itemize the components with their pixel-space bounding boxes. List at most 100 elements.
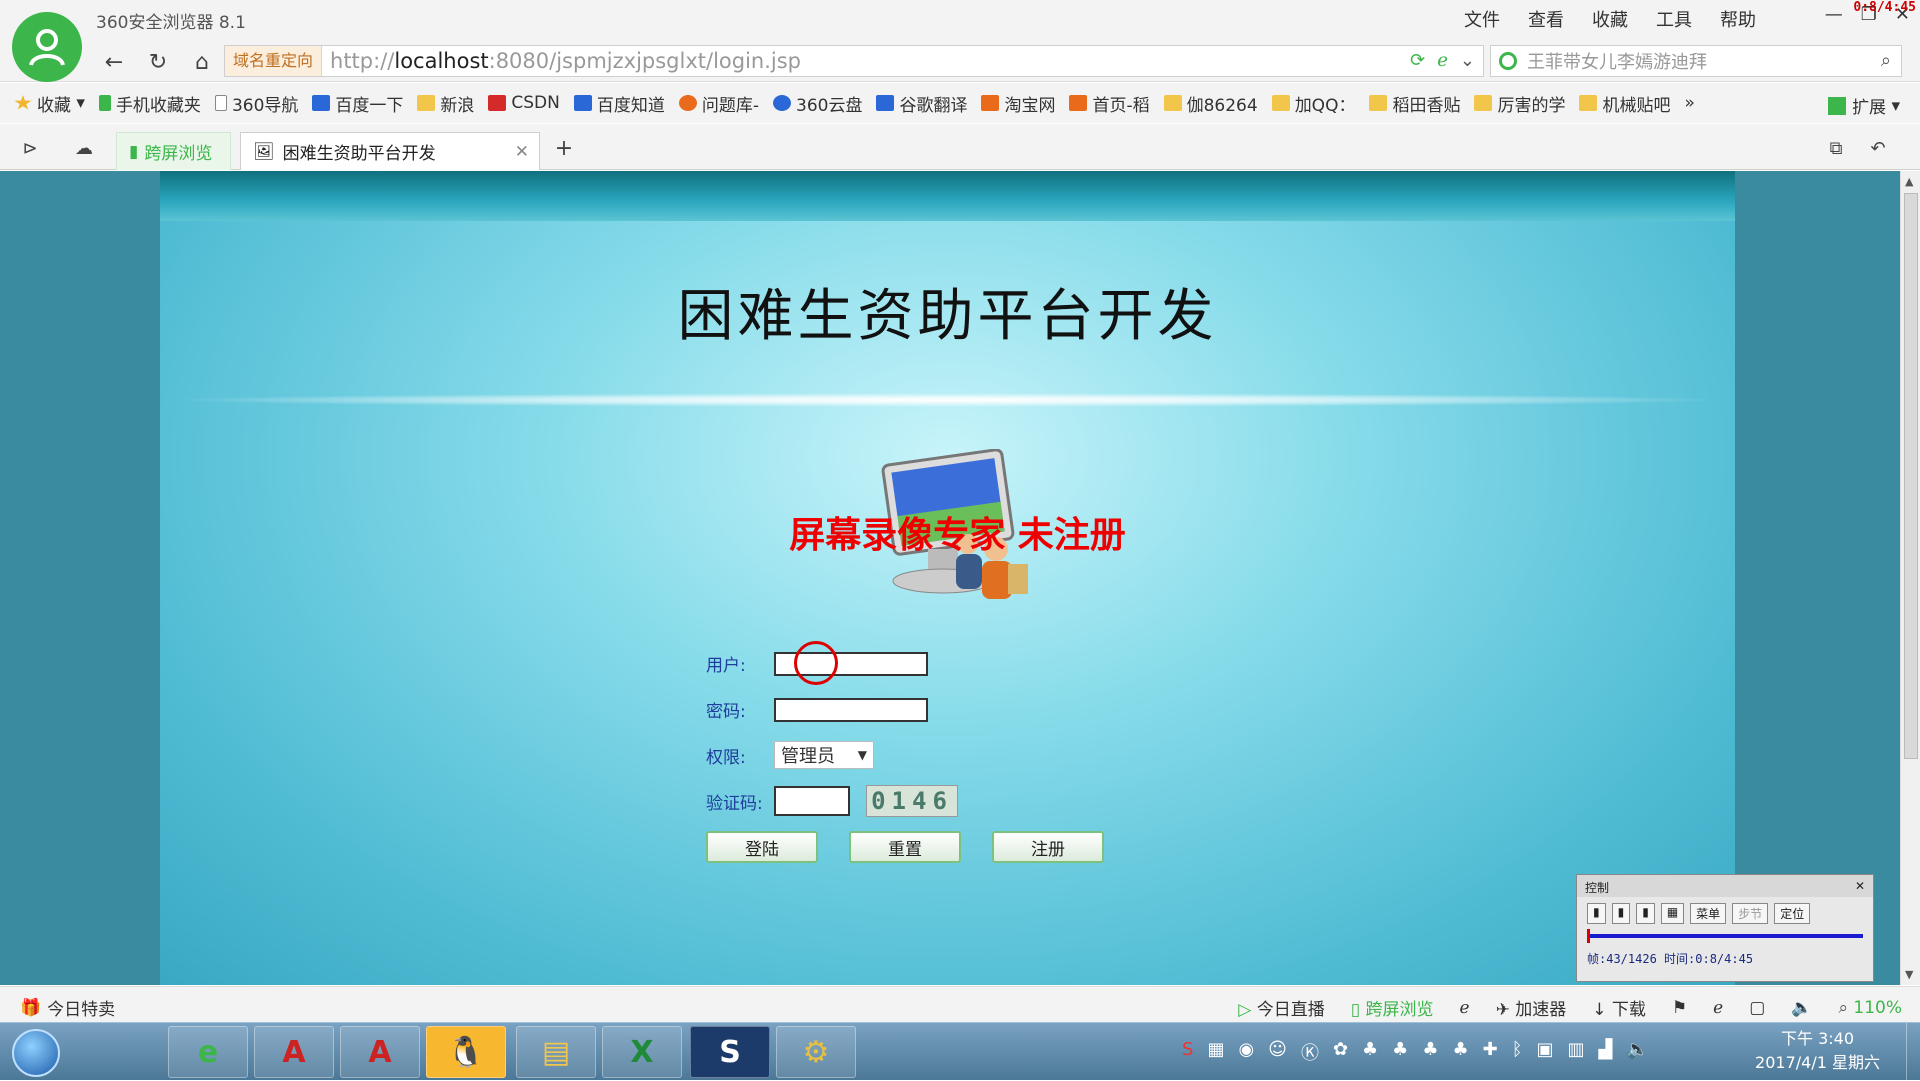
recorder-locate-button[interactable]: 定位 [1774,903,1811,924]
captcha-image[interactable]: 0146 [866,785,958,817]
more-bookmarks-icon[interactable]: » [1684,93,1694,113]
home-icon[interactable]: ⌂ [188,48,216,76]
cloud-icon[interactable]: ☁ [70,134,98,162]
search-box[interactable]: 王菲带女儿李嫣游迪拜 ⌕ [1490,45,1902,77]
taskbar-excel-icon[interactable]: X [602,1026,682,1078]
tab-split-browse[interactable]: ▮ 跨屏浏览 [116,132,231,170]
status-split-browse[interactable]: ▯ 跨屏浏览 [1351,995,1434,1020]
tray-qq2-icon[interactable]: ♣ [1392,1039,1408,1065]
menu-favorites[interactable]: 收藏 [1578,6,1642,32]
taskbar-tools-icon[interactable]: ⚙ [776,1026,856,1078]
scroll-thumb[interactable] [1904,193,1918,759]
bookmark-item[interactable]: 百度知道 [573,91,665,116]
ie-mode-icon[interactable]: ℯ [1713,998,1723,1018]
url-text[interactable]: http://localhost:8080/jspmjzxjpsglxt/log… [322,49,801,73]
password-input[interactable] [774,697,928,722]
pause-icon[interactable]: ▮ [1611,903,1631,924]
recorder-progress[interactable] [1587,929,1863,943]
status-accelerator[interactable]: ✈ 加速器 [1496,995,1567,1020]
ie-icon[interactable]: ℯ [1460,998,1470,1018]
role-select[interactable]: 管理员 ▼ [774,741,874,769]
volume-icon[interactable]: 🔈 [1791,998,1812,1018]
sidebar-toggle-icon[interactable]: ⊳ [16,134,44,162]
menu-tools[interactable]: 工具 [1642,6,1706,32]
tray-network-icon[interactable]: ▣ [1537,1039,1554,1065]
bookmark-item[interactable]: 问题库- [678,91,759,116]
taskbar-eclipse-icon[interactable]: S [690,1026,770,1078]
bookmark-item[interactable]: 新浪 [417,91,474,116]
back-icon[interactable]: ← [100,48,128,76]
tray-k-icon[interactable]: Ⓚ [1301,1039,1319,1065]
tray-fox-icon[interactable]: ✿ [1333,1039,1348,1065]
window-icon[interactable]: ▢ [1749,998,1765,1018]
status-deals[interactable]: 🎁 今日特卖 [20,995,115,1021]
taskbar-qq-icon[interactable]: 🐧 [426,1026,506,1078]
bookmark-item[interactable]: 手机收藏夹 [98,91,201,116]
tab-active[interactable]: 🖼 困难生资助平台开发 ✕ [240,132,540,170]
search-icon[interactable]: ⌕ [1881,50,1891,71]
taskbar-explorer-icon[interactable]: ▤ [516,1026,596,1078]
bookmark-item[interactable]: 机械贴吧 [1579,91,1670,116]
bookmark-item[interactable]: 百度一下 [312,91,403,116]
tray-bluetooth-icon[interactable]: ᛒ [1512,1039,1523,1065]
user-avatar-icon[interactable] [12,12,82,82]
recorder-step-button[interactable]: 步节 [1732,903,1769,924]
bookmark-item[interactable]: 收藏 ▾ [14,91,85,116]
recorder-menu-button[interactable]: 菜单 [1690,903,1727,924]
search-engine-icon[interactable] [1499,52,1517,70]
bookmark-item[interactable]: 厉害的学 [1474,91,1565,116]
bookmark-item[interactable]: 加QQ： [1271,91,1355,116]
vertical-scrollbar[interactable]: ▲ ▼ [1900,171,1920,985]
menu-view[interactable]: 查看 [1514,6,1578,32]
captcha-input[interactable] [774,786,850,816]
close-tab-icon[interactable]: ✕ [515,142,529,162]
reset-button[interactable]: 重置 [849,831,961,863]
bookmark-item[interactable]: 稻田香贴 [1369,91,1460,116]
ie-mode-icon[interactable]: ℯ [1437,50,1448,71]
refresh-icon[interactable]: ↻ [144,48,172,76]
status-live[interactable]: ▷ 今日直播 [1238,995,1324,1020]
taskbar-clock[interactable]: 下午 3:40 2017/4/1 星期六 [1755,1027,1880,1075]
tray-qq3-icon[interactable]: ♣ [1422,1039,1438,1065]
tray-grid-icon[interactable]: ▦ [1207,1039,1224,1065]
next-frame-icon[interactable]: ▮ [1636,903,1655,924]
scroll-down-icon[interactable]: ▼ [1905,968,1913,981]
tray-signal-icon[interactable]: ▟ [1599,1039,1613,1065]
tray-plus-icon[interactable]: ✚ [1483,1039,1498,1065]
tray-volume-icon[interactable]: 🔈 [1626,1039,1648,1065]
bookmark-item[interactable]: 360导航 [214,91,298,116]
taskbar-acrobat2-icon[interactable]: A [340,1026,420,1078]
address-bar[interactable]: 域名重定向 http://localhost:8080/jspmjzxjpsgl… [224,45,1484,77]
bookmark-item[interactable]: 淘宝网 [981,91,1055,116]
screen-icon[interactable]: ▦ [1660,903,1685,924]
undo-close-icon[interactable]: ↶ [1864,134,1892,162]
flag-icon[interactable]: ⚑ [1672,998,1687,1018]
tray-sogou-icon[interactable]: S [1182,1039,1193,1065]
menu-file[interactable]: 文件 [1450,6,1514,32]
bookmark-item[interactable]: 伽86264 [1163,91,1258,116]
show-desktop-button[interactable] [1906,1023,1920,1081]
status-download[interactable]: ↓ 下载 [1592,995,1646,1020]
close-icon[interactable]: ✕ [1855,879,1865,893]
taskbar-acrobat-icon[interactable]: A [254,1026,334,1078]
extensions-button[interactable]: 扩展 ▾ [1828,93,1900,118]
tray-app-icon[interactable]: ◉ [1238,1039,1254,1065]
menu-help[interactable]: 帮助 [1706,6,1770,32]
new-tab-icon[interactable]: + [550,134,578,162]
login-button[interactable]: 登陆 [706,831,818,863]
bookmark-item[interactable]: 首页-稻 [1069,91,1150,116]
prev-frame-icon[interactable]: ▮ [1587,903,1606,924]
scroll-up-icon[interactable]: ▲ [1905,175,1913,188]
redirect-badge[interactable]: 域名重定向 [225,46,323,76]
restore-tab-icon[interactable]: ⧉ [1822,134,1850,162]
tray-clipboard-icon[interactable]: ▥ [1568,1039,1585,1065]
tray-qq1-icon[interactable]: ♣ [1362,1039,1378,1065]
progress-marker[interactable] [1587,929,1590,943]
tray-qq4-icon[interactable]: ♣ [1452,1039,1468,1065]
bookmark-item[interactable]: 360云盘 [773,91,862,116]
tray-user-icon[interactable]: ☺ [1268,1039,1287,1065]
taskbar-360-browser-icon[interactable]: e [168,1026,248,1078]
bookmark-item[interactable]: CSDN [488,93,560,113]
register-button[interactable]: 注册 [992,831,1104,863]
minimize-icon[interactable]: — [1825,4,1843,25]
